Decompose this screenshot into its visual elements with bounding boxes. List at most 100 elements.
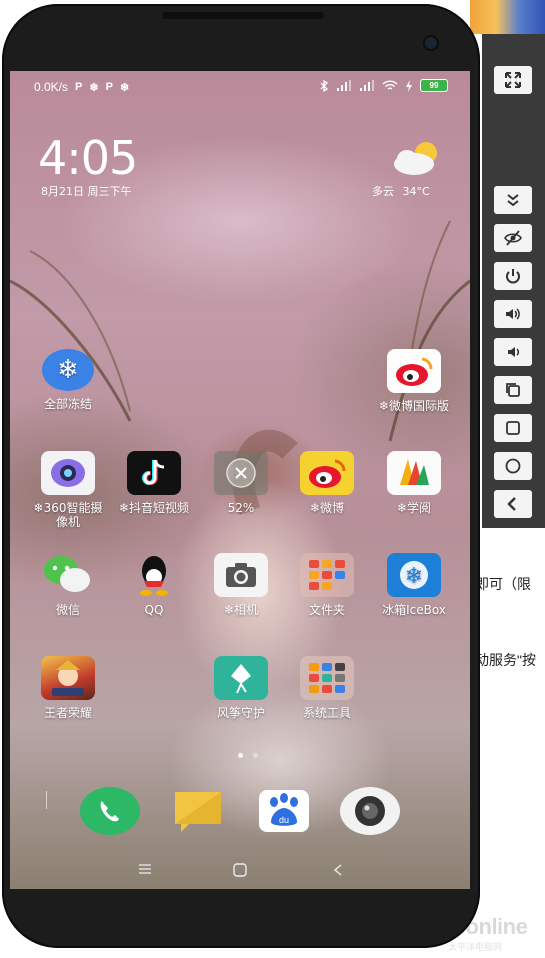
page-indicator — [238, 753, 258, 758]
memory-percent: 52% — [227, 501, 255, 515]
kite-icon — [214, 656, 268, 700]
overview-button[interactable] — [494, 414, 532, 442]
notification-freeze-icon: ❄ — [89, 81, 99, 94]
back-chevron-icon — [333, 864, 342, 876]
power-button[interactable] — [494, 262, 532, 290]
wechat-icon — [41, 553, 95, 597]
svg-text:❄: ❄ — [405, 564, 423, 589]
baidu-paw-icon: du — [259, 790, 309, 832]
app-douyin[interactable]: ❄抖音短视频 — [114, 451, 194, 515]
app-cleaner-widget[interactable]: 52% — [201, 451, 281, 515]
app-guard[interactable]: 风筝守护 — [201, 656, 281, 720]
notification-freeze-icon-2: ❄ — [119, 81, 130, 94]
home-button[interactable] — [494, 452, 532, 480]
app-camera[interactable]: ❄相机 — [201, 553, 281, 617]
chevrons-down-icon — [507, 194, 519, 207]
status-bar: 0.0K/s P ❄ P ❄ 99 — [10, 71, 470, 101]
background-article-text-2: 动服务"按 — [475, 652, 536, 668]
volume-down-icon — [508, 347, 520, 357]
network-speed: 0.0K/s — [34, 80, 69, 94]
app-label: 风筝守护 — [216, 706, 265, 720]
wallpaper-detail — [46, 791, 53, 809]
volume-down-button[interactable] — [494, 338, 532, 366]
back-button[interactable] — [494, 490, 532, 518]
dock-camera[interactable] — [340, 785, 400, 837]
power-icon — [506, 269, 520, 284]
volume-up-icon — [506, 308, 520, 320]
recents-icon — [506, 383, 520, 397]
nav-home-button[interactable] — [232, 863, 248, 881]
hide-button[interactable] — [494, 224, 532, 252]
book-icon — [387, 451, 441, 495]
app-freeze-all[interactable]: ❄ 全部冻结 — [28, 349, 108, 411]
app-label: ❄360智能摄像机 — [33, 501, 103, 529]
svg-text:du: du — [279, 815, 289, 825]
app-360-camera[interactable]: ❄360智能摄像机 — [28, 451, 108, 529]
clock-time[interactable]: 4:05 — [38, 131, 138, 185]
icebox-snowflake-icon: ❄ — [387, 553, 441, 597]
camera-lens-icon — [340, 787, 400, 835]
charging-icon — [406, 79, 412, 92]
app-label: ❄微博 — [309, 501, 345, 515]
app-xueyue[interactable]: ❄学阅 — [374, 451, 454, 515]
clock-date: 8月21日 周三下午 — [41, 185, 132, 198]
app-weibo[interactable]: ❄微博 — [287, 451, 367, 515]
app-label: 全部冻结 — [43, 397, 92, 411]
menu-icon — [139, 864, 151, 874]
camera-icon — [214, 553, 268, 597]
recents-button[interactable] — [494, 376, 532, 404]
watermark-sub: 太平洋电脑网 — [448, 942, 503, 952]
circle-icon — [505, 458, 521, 474]
phone-icon — [80, 787, 140, 835]
front-camera — [425, 37, 437, 49]
app-label: 文件夹 — [308, 603, 345, 617]
app-label: 王者荣耀 — [43, 706, 92, 720]
app-label: 系统工具 — [302, 706, 351, 720]
app-weibo-intl[interactable]: ❄微博国际版 — [374, 349, 454, 413]
wifi-icon — [382, 79, 398, 90]
app-label: ❄抖音短视频 — [118, 501, 190, 515]
tools-folder-icon — [300, 656, 354, 700]
app-honor-of-kings[interactable]: 王者荣耀 — [28, 656, 108, 720]
weather-summary: 多云 34°C — [372, 183, 430, 199]
back-icon — [507, 497, 516, 511]
message-icon — [175, 792, 221, 832]
weather-temperature: 34°C — [402, 185, 430, 198]
weibo-icon — [300, 451, 354, 495]
qq-penguin-icon — [127, 553, 181, 597]
camera-360-icon — [41, 451, 95, 495]
snowflake-icon: ❄ — [42, 349, 94, 391]
dock-phone[interactable] — [80, 785, 140, 837]
dock-messages[interactable] — [168, 785, 228, 837]
square-icon — [506, 421, 520, 435]
app-folder[interactable]: 文件夹 — [287, 553, 367, 617]
app-label: QQ — [144, 603, 164, 617]
volume-up-button[interactable] — [494, 300, 532, 328]
page-dot-active — [238, 753, 243, 758]
speaker-grille — [162, 12, 324, 19]
page-dot — [253, 753, 258, 758]
partly-cloudy-icon[interactable] — [390, 137, 444, 179]
app-wechat[interactable]: 微信 — [28, 553, 108, 617]
app-label: ❄微博国际版 — [378, 399, 450, 413]
notification-p-icon-2: P — [105, 81, 113, 93]
app-label: 微信 — [55, 603, 80, 617]
weather-condition: 多云 — [372, 185, 394, 198]
app-label: 冰箱IceBox — [382, 603, 446, 617]
nav-back-button[interactable] — [332, 863, 344, 881]
eye-off-icon — [504, 230, 522, 246]
app-label: ❄相机 — [223, 603, 259, 617]
tiktok-icon — [127, 451, 181, 495]
collapse-button[interactable] — [494, 186, 532, 214]
fullscreen-button[interactable] — [494, 66, 532, 94]
weibo-icon — [387, 349, 441, 393]
app-qq[interactable]: QQ — [114, 553, 194, 617]
battery-indicator: 99 — [420, 79, 448, 92]
dock-baidu[interactable]: du — [254, 785, 314, 837]
signal-icon-2 — [360, 79, 374, 91]
background-article-text-1: 即可（限 — [475, 576, 531, 592]
app-system-tools[interactable]: 系统工具 — [287, 656, 367, 720]
app-icebox[interactable]: ❄ 冰箱IceBox — [374, 553, 454, 617]
app-label: ❄学阅 — [396, 501, 432, 515]
menu-button[interactable] — [138, 863, 152, 879]
